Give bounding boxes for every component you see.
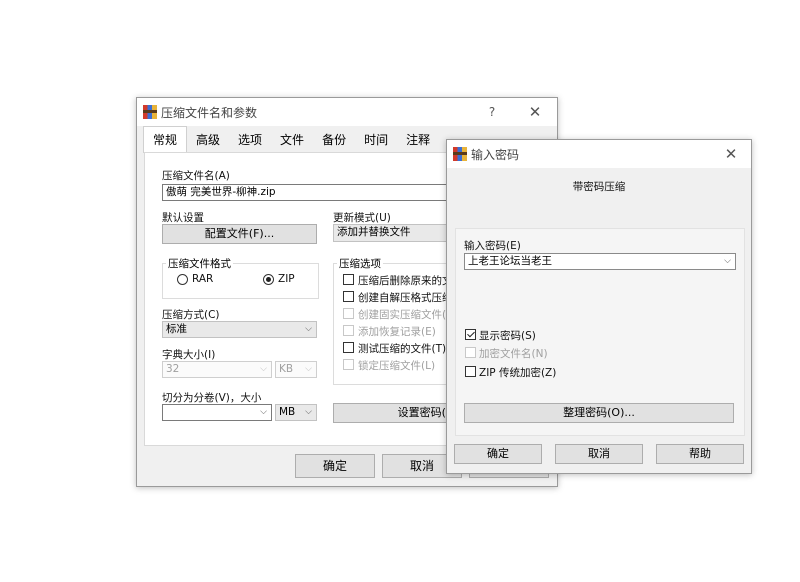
password-help-button[interactable]: 帮助	[656, 444, 744, 464]
password-value: 上老王论坛当老王	[468, 255, 552, 267]
format-group-title: 压缩文件格式	[166, 256, 233, 271]
winrar-app-icon	[453, 147, 467, 161]
chevron-down-icon: ⌵	[305, 407, 312, 417]
options-group-title: 压缩选项	[337, 256, 383, 271]
help-titlebar-button[interactable]: ?	[472, 98, 512, 126]
password-heading: 带密码压缩	[572, 181, 626, 193]
password-dialog-title: 输入密码	[471, 147, 520, 162]
encrypt-names-checkbox[interactable]	[465, 347, 476, 358]
dict-size-select[interactable]: 32 ⌵	[162, 361, 272, 378]
chevron-down-icon: ⌵	[305, 324, 312, 334]
dict-size-value: 32	[166, 363, 180, 375]
tab-time[interactable]: 时间	[355, 128, 397, 152]
update-mode-value: 添加并替换文件	[337, 226, 411, 238]
password-cancel-button[interactable]: 取消	[555, 444, 643, 464]
rar-radio-label: RAR	[192, 273, 214, 285]
recovery-label: 添加恢复记录(E)	[358, 326, 436, 338]
enter-password-label: 输入密码(E)	[464, 240, 521, 252]
organize-passwords-button[interactable]: 整理密码(O)...	[464, 403, 734, 423]
chevron-down-icon: ⌵	[724, 256, 731, 266]
method-label: 压缩方式(C)	[162, 309, 220, 321]
close-icon[interactable]: ✕	[715, 140, 747, 168]
sfx-checkbox[interactable]	[343, 291, 354, 302]
split-unit-value: MB	[279, 406, 296, 418]
dict-label: 字典大小(I)	[162, 349, 216, 361]
tab-general[interactable]: 常规	[143, 126, 188, 153]
encrypt-names-label: 加密文件名(N)	[479, 348, 548, 360]
winrar-app-icon	[143, 105, 157, 119]
default-settings-label: 默认设置	[162, 212, 204, 224]
dict-unit-value: KB	[279, 363, 294, 375]
update-mode-label: 更新模式(U)	[333, 212, 391, 224]
solid-label: 创建固实压缩文件(S)	[358, 309, 457, 321]
test-label: 测试压缩的文件(T)	[358, 343, 447, 355]
show-password-checkbox[interactable]	[465, 329, 476, 340]
lock-checkbox[interactable]	[343, 359, 354, 370]
chevron-down-icon: ⌵	[260, 364, 267, 374]
chevron-down-icon: ⌵	[260, 407, 267, 417]
tab-options[interactable]: 选项	[229, 128, 271, 152]
ok-button[interactable]: 确定	[295, 454, 375, 478]
password-panel: 输入密码(E) 上老王论坛当老王 ⌵ 显示密码(S) 加密文件名(N) ZIP …	[455, 228, 745, 436]
recovery-checkbox[interactable]	[343, 325, 354, 336]
archive-dialog-title: 压缩文件名和参数	[161, 105, 258, 120]
tab-backup[interactable]: 备份	[313, 128, 355, 152]
archive-name-label: 压缩文件名(A)	[162, 170, 230, 182]
test-checkbox[interactable]	[343, 342, 354, 353]
split-unit-select[interactable]: MB ⌵	[275, 404, 317, 421]
zip-legacy-checkbox[interactable]	[465, 366, 476, 377]
tab-advanced[interactable]: 高级	[187, 128, 229, 152]
chevron-down-icon: ⌵	[305, 364, 312, 374]
dict-unit-select[interactable]: KB ⌵	[275, 361, 317, 378]
password-dialog: 输入密码 ✕ 带密码压缩 输入密码(E) 上老王论坛当老王 ⌵ 显示密码(S) …	[446, 139, 752, 474]
zip-radio-label: ZIP	[278, 273, 295, 285]
split-size-field[interactable]: ⌵	[162, 404, 272, 421]
password-input[interactable]: 上老王论坛当老王 ⌵	[464, 253, 736, 270]
solid-checkbox[interactable]	[343, 308, 354, 319]
password-dialog-titlebar: 输入密码 ✕	[447, 140, 751, 168]
tab-files[interactable]: 文件	[271, 128, 313, 152]
split-label: 切分为分卷(V)，大小	[162, 392, 262, 404]
lock-label: 锁定压缩文件(L)	[358, 360, 436, 372]
zip-legacy-label: ZIP 传统加密(Z)	[479, 367, 557, 379]
zip-radio[interactable]	[263, 274, 274, 285]
delete-after-checkbox[interactable]	[343, 274, 354, 285]
tab-comment[interactable]: 注释	[397, 128, 439, 152]
method-value: 标准	[166, 323, 187, 335]
tab-strip: 常规 高级 选项 文件 备份 时间 注释	[143, 126, 439, 153]
method-select[interactable]: 标准 ⌵	[162, 321, 317, 338]
profiles-button[interactable]: 配置文件(F)...	[162, 224, 317, 244]
format-group: 压缩文件格式 RAR ZIP	[162, 256, 319, 299]
show-password-label: 显示密码(S)	[479, 330, 536, 342]
close-icon[interactable]: ✕	[515, 98, 555, 126]
archive-dialog-titlebar: 压缩文件名和参数 ? ✕	[137, 98, 557, 126]
password-ok-button[interactable]: 确定	[454, 444, 542, 464]
rar-radio[interactable]	[177, 274, 188, 285]
